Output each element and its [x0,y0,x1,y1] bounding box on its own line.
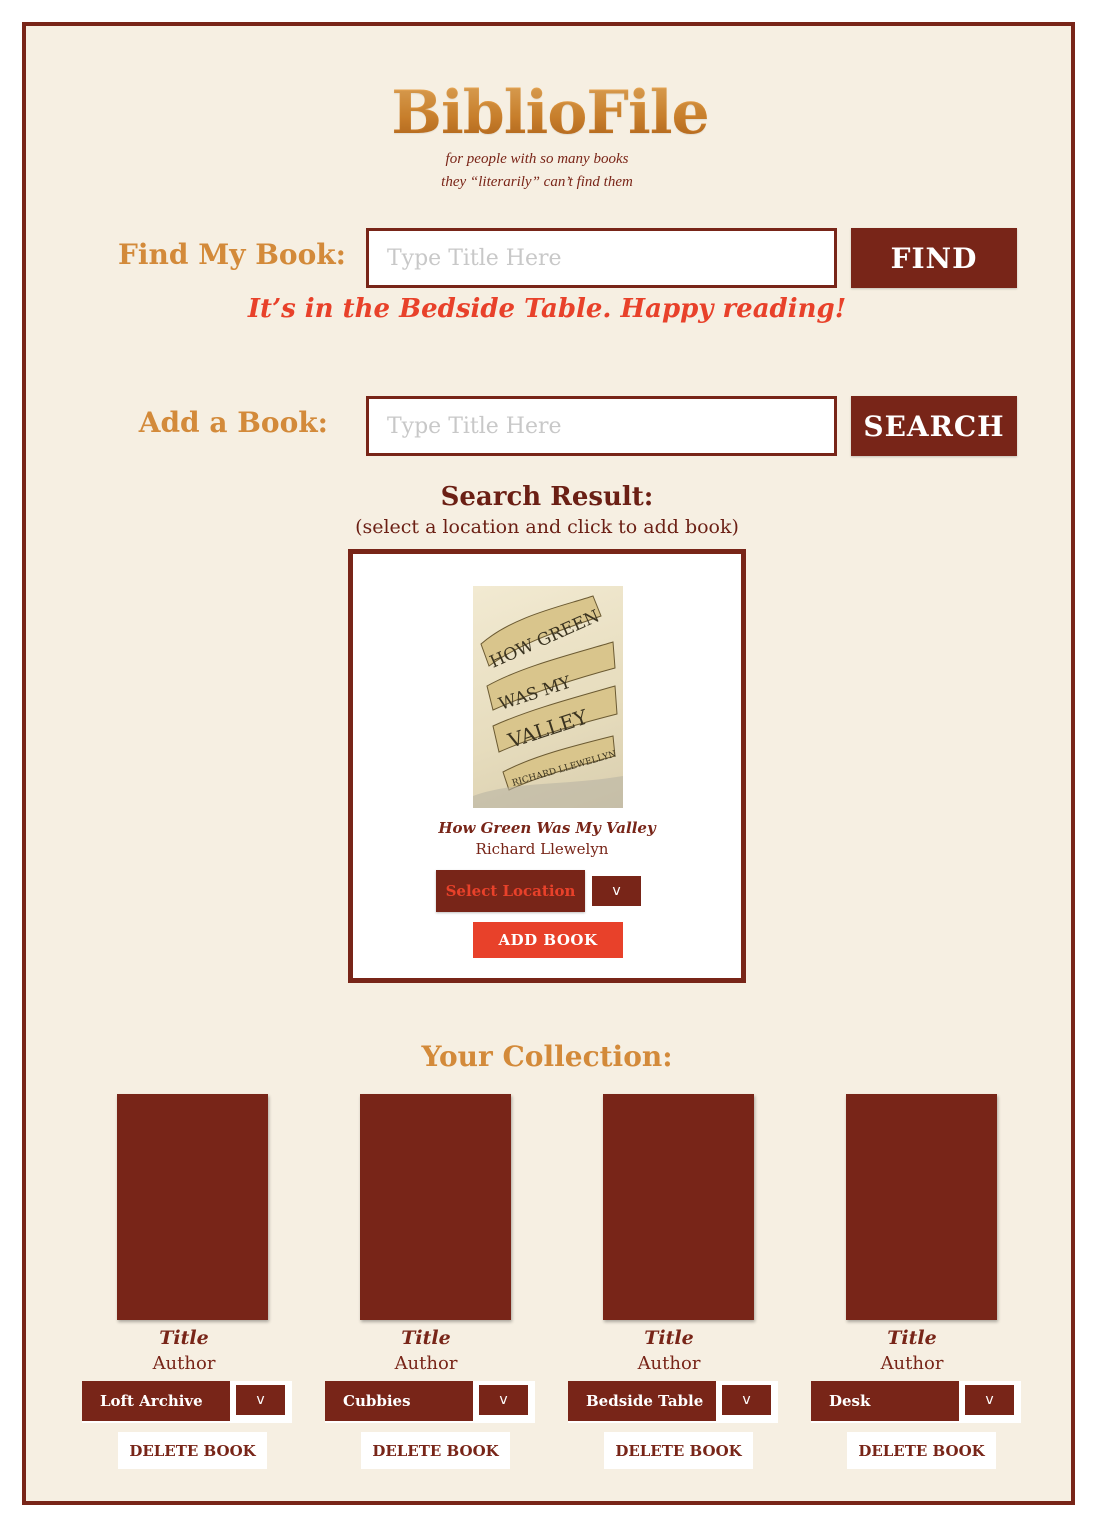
location-dropdown-toggle[interactable]: v [592,876,641,906]
collection-book-author: Author [394,1353,458,1374]
result-book-title: How Green Was My Valley [438,819,656,837]
add-input[interactable] [366,396,837,456]
delete-book-button[interactable]: DELETE BOOK [361,1432,510,1469]
tagline-line-1: for people with so many books [445,151,629,167]
chevron-down-icon: v [499,1392,508,1408]
collection-book-author: Author [880,1353,944,1374]
chevron-down-icon: v [256,1392,265,1408]
location-dropdown-toggle[interactable]: v [236,1385,285,1415]
app-logo: BiblioFile [0,78,1100,148]
collection-location-select: Cubbies v [325,1381,535,1423]
collection-book-cover[interactable] [603,1094,754,1320]
location-dropdown-toggle[interactable]: v [479,1385,528,1415]
collection-book-title: Title [159,1327,209,1349]
location-dropdown-toggle[interactable]: v [965,1385,1014,1415]
location-value[interactable]: Cubbies [325,1381,473,1421]
collection-book-author: Author [152,1353,216,1374]
collection-book-title: Title [644,1327,694,1349]
collection-book-title: Title [887,1327,937,1349]
add-book-button[interactable]: ADD BOOK [473,922,623,958]
book-cover-image[interactable]: HOW GREEN WAS MY VALLEY RICHARD LLEWELLY… [473,586,623,808]
collection-location-select: Desk v [811,1381,1021,1423]
collection-location-select: Loft Archive v [82,1381,292,1423]
collection-location-select: Bedside Table v [568,1381,778,1423]
delete-book-button[interactable]: DELETE BOOK [118,1432,267,1469]
collection-book-cover[interactable] [360,1094,511,1320]
collection-heading: Your Collection: [421,1040,673,1073]
search-button[interactable]: SEARCH [851,396,1017,456]
tagline-line-2: they “literarily” can’t find them [441,174,633,190]
find-result-message: It’s in the Bedside Table. Happy reading… [247,294,847,324]
find-label: Find My Book: [118,238,346,271]
add-label: Add a Book: [138,406,328,439]
search-result-subheading: (select a location and click to add book… [355,516,739,538]
collection-book-author: Author [637,1353,701,1374]
chevron-down-icon: v [612,883,621,899]
location-dropdown-toggle[interactable]: v [722,1385,771,1415]
collection-book-title: Title [401,1327,451,1349]
book-cover-art: HOW GREEN WAS MY VALLEY RICHARD LLEWELLY… [473,595,623,808]
location-value[interactable]: Bedside Table [568,1381,716,1421]
delete-book-button[interactable]: DELETE BOOK [604,1432,753,1469]
delete-book-button[interactable]: DELETE BOOK [847,1432,996,1469]
find-button[interactable]: FIND [851,228,1017,288]
collection-book-cover[interactable] [846,1094,997,1320]
location-value[interactable]: Loft Archive [82,1381,230,1421]
find-input[interactable] [366,228,837,288]
search-result-heading: Search Result: [440,482,654,512]
search-result-card: HOW GREEN WAS MY VALLEY RICHARD LLEWELLY… [348,549,746,983]
collection-book-cover[interactable] [117,1094,268,1320]
chevron-down-icon: v [742,1392,751,1408]
location-value[interactable]: Desk [811,1381,959,1421]
select-location-dropdown[interactable]: Select Location [436,870,585,912]
result-book-author: Richard Llewelyn [475,840,609,858]
chevron-down-icon: v [985,1392,994,1408]
